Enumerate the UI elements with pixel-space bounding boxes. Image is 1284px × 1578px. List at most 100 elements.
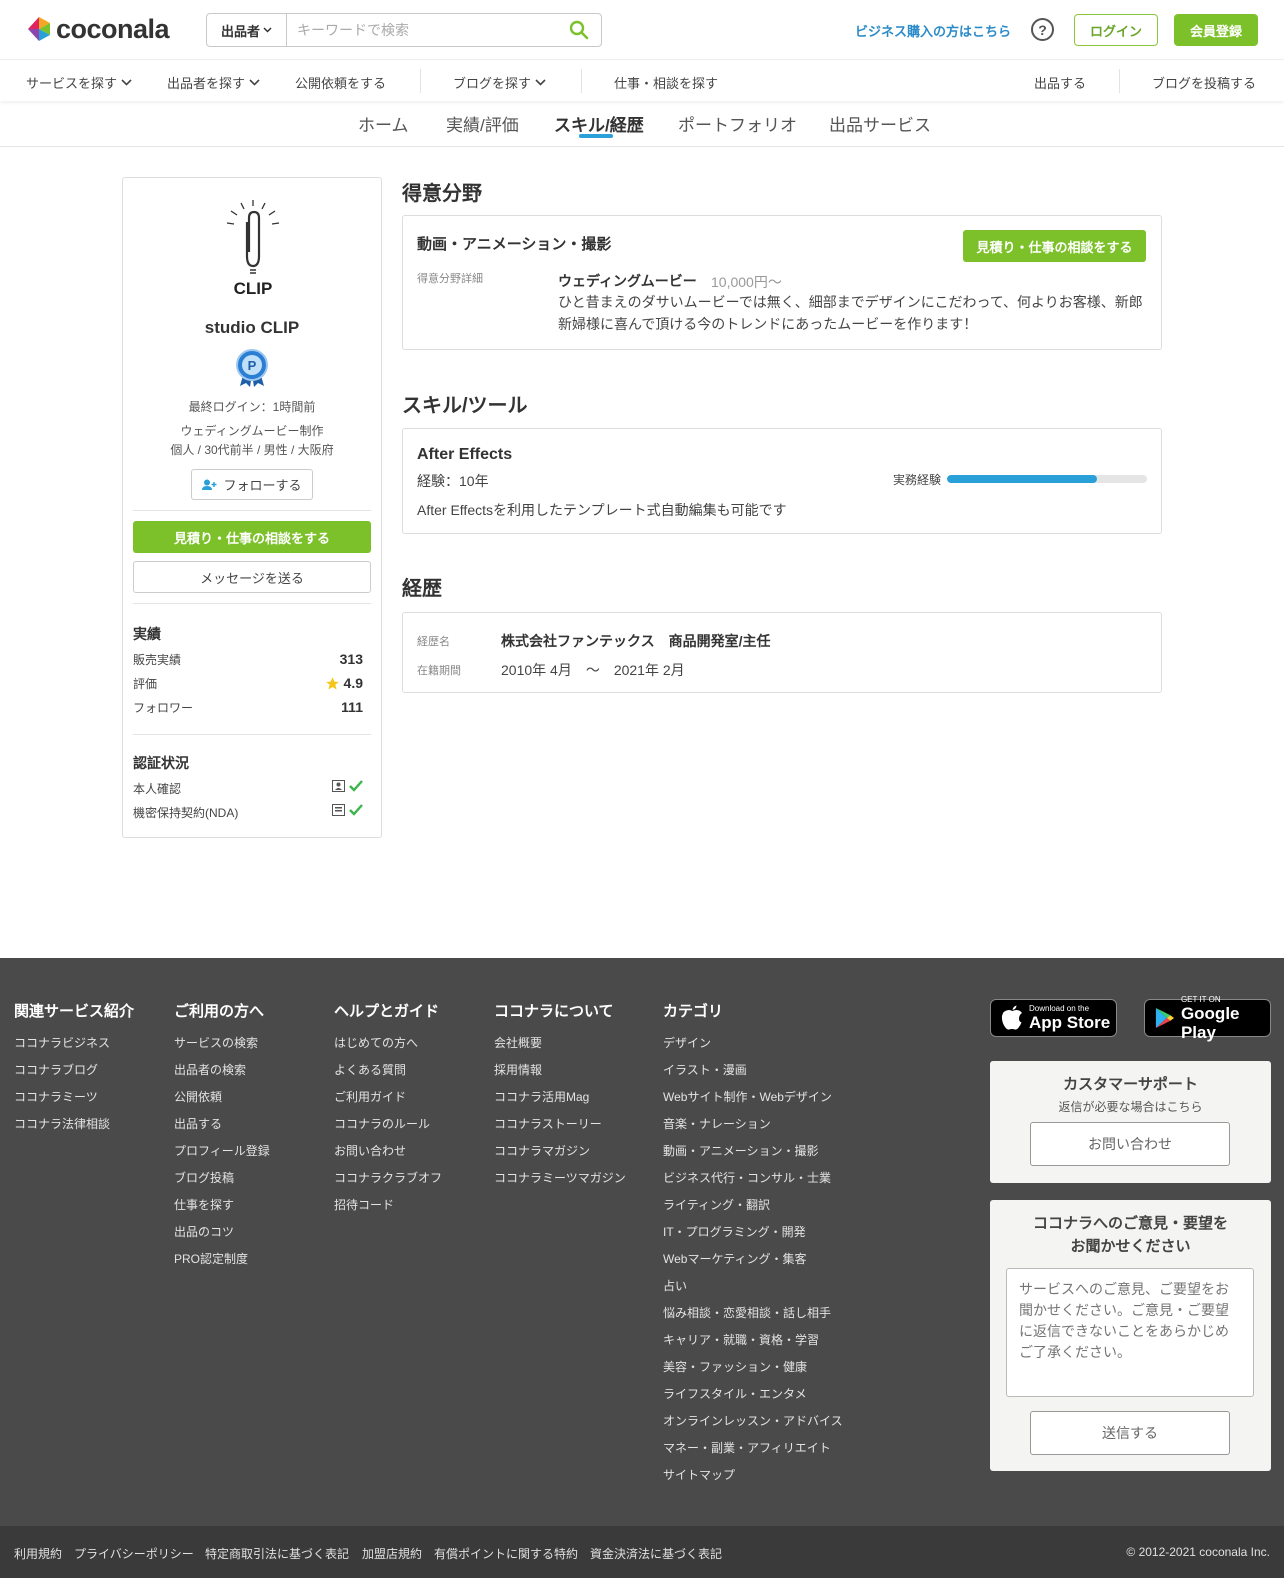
bottom-link[interactable]: プライバシーポリシー xyxy=(74,1545,194,1562)
footer-link[interactable]: マネー・副業・アフィリエイト xyxy=(663,1441,843,1468)
footer-link[interactable]: ライティング・翻訳 xyxy=(663,1198,843,1225)
skills-title: スキル/ツール xyxy=(402,395,528,417)
nav-find-blogs[interactable]: ブログを探す xyxy=(453,73,546,92)
bottom-link[interactable]: 特定商取引法に基づく表記 xyxy=(205,1545,349,1562)
send-message-button[interactable]: メッセージを送る xyxy=(133,561,371,593)
help-icon[interactable]: ? xyxy=(1031,18,1054,41)
app-store-button[interactable]: Download on the App Store xyxy=(990,999,1117,1037)
tab-results[interactable]: 実績/評価 xyxy=(446,111,519,136)
footer-link[interactable]: 出品のコツ xyxy=(174,1225,270,1252)
footer-link[interactable]: 採用情報 xyxy=(494,1063,626,1090)
footer-link[interactable]: ココナラマガジン xyxy=(494,1144,626,1171)
footer-link[interactable]: 仕事を探す xyxy=(174,1198,270,1225)
bottom-link[interactable]: 資金決済法に基づく表記 xyxy=(590,1545,722,1562)
sales-label: 販売実績 xyxy=(133,653,182,667)
nav-post-blog[interactable]: ブログを投稿する xyxy=(1152,73,1256,92)
nav-find-jobs[interactable]: 仕事・相談を探す xyxy=(614,73,718,92)
tab-services[interactable]: 出品サービス xyxy=(829,111,931,136)
footer-link[interactable]: 動画・アニメーション・撮影 xyxy=(663,1144,843,1171)
login-button[interactable]: ログイン xyxy=(1074,14,1158,46)
bottom-link[interactable]: 有償ポイントに関する特約 xyxy=(434,1545,578,1562)
tab-portfolio[interactable]: ポートフォリオ xyxy=(678,111,797,136)
footer-link[interactable]: Webサイト制作・Webデザイン xyxy=(663,1090,843,1117)
search-button[interactable] xyxy=(557,14,601,46)
footer-link[interactable]: ココナラ法律相談 xyxy=(14,1117,134,1144)
footer-link[interactable]: ココナラビジネス xyxy=(14,1036,134,1063)
bottom-link[interactable]: 利用規約 xyxy=(14,1545,62,1562)
nav-public-request[interactable]: 公開依頼をする xyxy=(295,73,386,92)
bottom-link[interactable]: 加盟店規約 xyxy=(362,1545,422,1562)
practice-label: 実務経験 xyxy=(893,473,942,487)
footer-link[interactable]: ビジネス代行・コンサル・士業 xyxy=(663,1171,843,1198)
footer-link[interactable]: サービスの検索 xyxy=(174,1036,270,1063)
footer-link[interactable]: 出品者の検索 xyxy=(174,1063,270,1090)
footer-link[interactable]: ココナラミーツマガジン xyxy=(494,1171,626,1198)
nav-sell[interactable]: 出品する xyxy=(1034,73,1086,92)
footer-link[interactable]: ココナラミーツ xyxy=(14,1090,134,1117)
footer-link[interactable]: ココナラストーリー xyxy=(494,1117,626,1144)
footer-link[interactable]: オンラインレッスン・アドバイス xyxy=(663,1414,843,1441)
business-purchase-link[interactable]: ビジネス購入の方はこちら xyxy=(855,21,1011,40)
footer-link[interactable]: はじめての方へ xyxy=(334,1036,442,1063)
footer-link[interactable]: ココナラ活用Mag xyxy=(494,1090,626,1117)
nav-find-sellers[interactable]: 出品者を探す xyxy=(167,73,260,92)
footer-link[interactable]: 招待コード xyxy=(334,1198,442,1225)
contact-button[interactable]: お問い合わせ xyxy=(1030,1122,1230,1166)
skill-description: After Effectsを利用したテンプレート式自動編集も可能です xyxy=(417,502,787,518)
consult-button[interactable]: 見積り・仕事の相談をする xyxy=(133,521,371,553)
google-play-small: GET IT ON xyxy=(1180,994,1221,1004)
footer-link[interactable]: サイトマップ xyxy=(663,1468,843,1495)
site-header: coconala 出品者 ビジネス購入の方はこちら ? ログイン 会員登録 xyxy=(0,0,1284,60)
specialty-title: 得意分野 xyxy=(402,183,482,205)
footer-col-title: ご利用の方へ xyxy=(174,1003,265,1020)
footer-link[interactable]: 美容・ファッション・健康 xyxy=(663,1360,843,1387)
customer-support-box: カスタマーサポート 返信が必要な場合はこちら お問い合わせ xyxy=(990,1061,1271,1183)
copyright: © 2012-2021 coconala Inc. xyxy=(1126,1545,1270,1559)
follow-button[interactable]: フォローする xyxy=(191,469,313,500)
practice-bar-fill xyxy=(947,475,1097,483)
footer-link[interactable]: ライフスタイル・エンタメ xyxy=(663,1387,843,1414)
specialty-consult-button[interactable]: 見積り・仕事の相談をする xyxy=(963,230,1146,262)
footer-link[interactable]: 出品する xyxy=(174,1117,270,1144)
search-icon xyxy=(569,20,589,40)
footer-link[interactable]: キャリア・就職・資格・学習 xyxy=(663,1333,843,1360)
footer-link[interactable]: 公開依頼 xyxy=(174,1090,270,1117)
signup-button[interactable]: 会員登録 xyxy=(1174,14,1258,46)
footer-link[interactable]: ご利用ガイド xyxy=(334,1090,442,1117)
footer-link[interactable]: ココナラクラブオフ xyxy=(334,1171,442,1198)
footer-link[interactable]: デザイン xyxy=(663,1036,843,1063)
footer-link[interactable]: イラスト・漫画 xyxy=(663,1063,843,1090)
footer-link[interactable]: よくある質問 xyxy=(334,1063,442,1090)
footer-link[interactable]: 会社概要 xyxy=(494,1036,626,1063)
footer-link[interactable]: ココナラブログ xyxy=(14,1063,134,1090)
footer-link[interactable]: ブログ投稿 xyxy=(174,1171,270,1198)
footer-link[interactable]: 音楽・ナレーション xyxy=(663,1117,843,1144)
footer-link[interactable]: 悩み相談・恋愛相談・話し相手 xyxy=(663,1306,843,1333)
career-name: 株式会社ファンテックス 商品開発室/主任 xyxy=(501,633,771,649)
rating-label: 評価 xyxy=(133,677,158,691)
logo-text: coconala xyxy=(56,13,170,44)
coconala-logo[interactable]: coconala xyxy=(26,13,170,44)
feedback-submit-button[interactable]: 送信する xyxy=(1030,1411,1230,1455)
tab-home[interactable]: ホーム xyxy=(358,111,409,136)
footer-link[interactable]: お問い合わせ xyxy=(334,1144,442,1171)
footer-link[interactable]: IT・プログラミング・開発 xyxy=(663,1225,843,1252)
chevron-down-icon xyxy=(249,79,260,86)
tab-skills[interactable]: スキル/経歴 xyxy=(554,111,644,136)
specialty-price: 10,000円〜 xyxy=(711,274,782,290)
footer-link[interactable]: PRO認定制度 xyxy=(174,1252,270,1279)
profile-sidebar: CLIP studio CLIP P 最終ログイン：1時間前 ウェディングムービ… xyxy=(122,177,382,838)
footer-link[interactable]: Webマーケティング・集客 xyxy=(663,1252,843,1279)
nav-find-services[interactable]: サービスを探す xyxy=(26,73,132,92)
feedback-textarea[interactable] xyxy=(1006,1268,1254,1397)
search-category-select[interactable]: 出品者 xyxy=(207,14,287,46)
avatar: CLIP xyxy=(219,196,287,298)
google-play-button[interactable]: GET IT ON Google Play xyxy=(1144,995,1271,1042)
footer-link[interactable]: ココナラのルール xyxy=(334,1117,442,1144)
seller-name: studio CLIP xyxy=(204,318,300,337)
footer-link[interactable]: 占い xyxy=(663,1279,843,1306)
footer-link[interactable]: プロフィール登録 xyxy=(174,1144,270,1171)
search-input[interactable] xyxy=(287,14,557,46)
skill-experience: 経験：10年 xyxy=(417,473,489,489)
site-footer: 関連サービス紹介 ココナラビジネス ココナラブログ ココナラミーツ ココナラ法律… xyxy=(0,958,1284,1526)
